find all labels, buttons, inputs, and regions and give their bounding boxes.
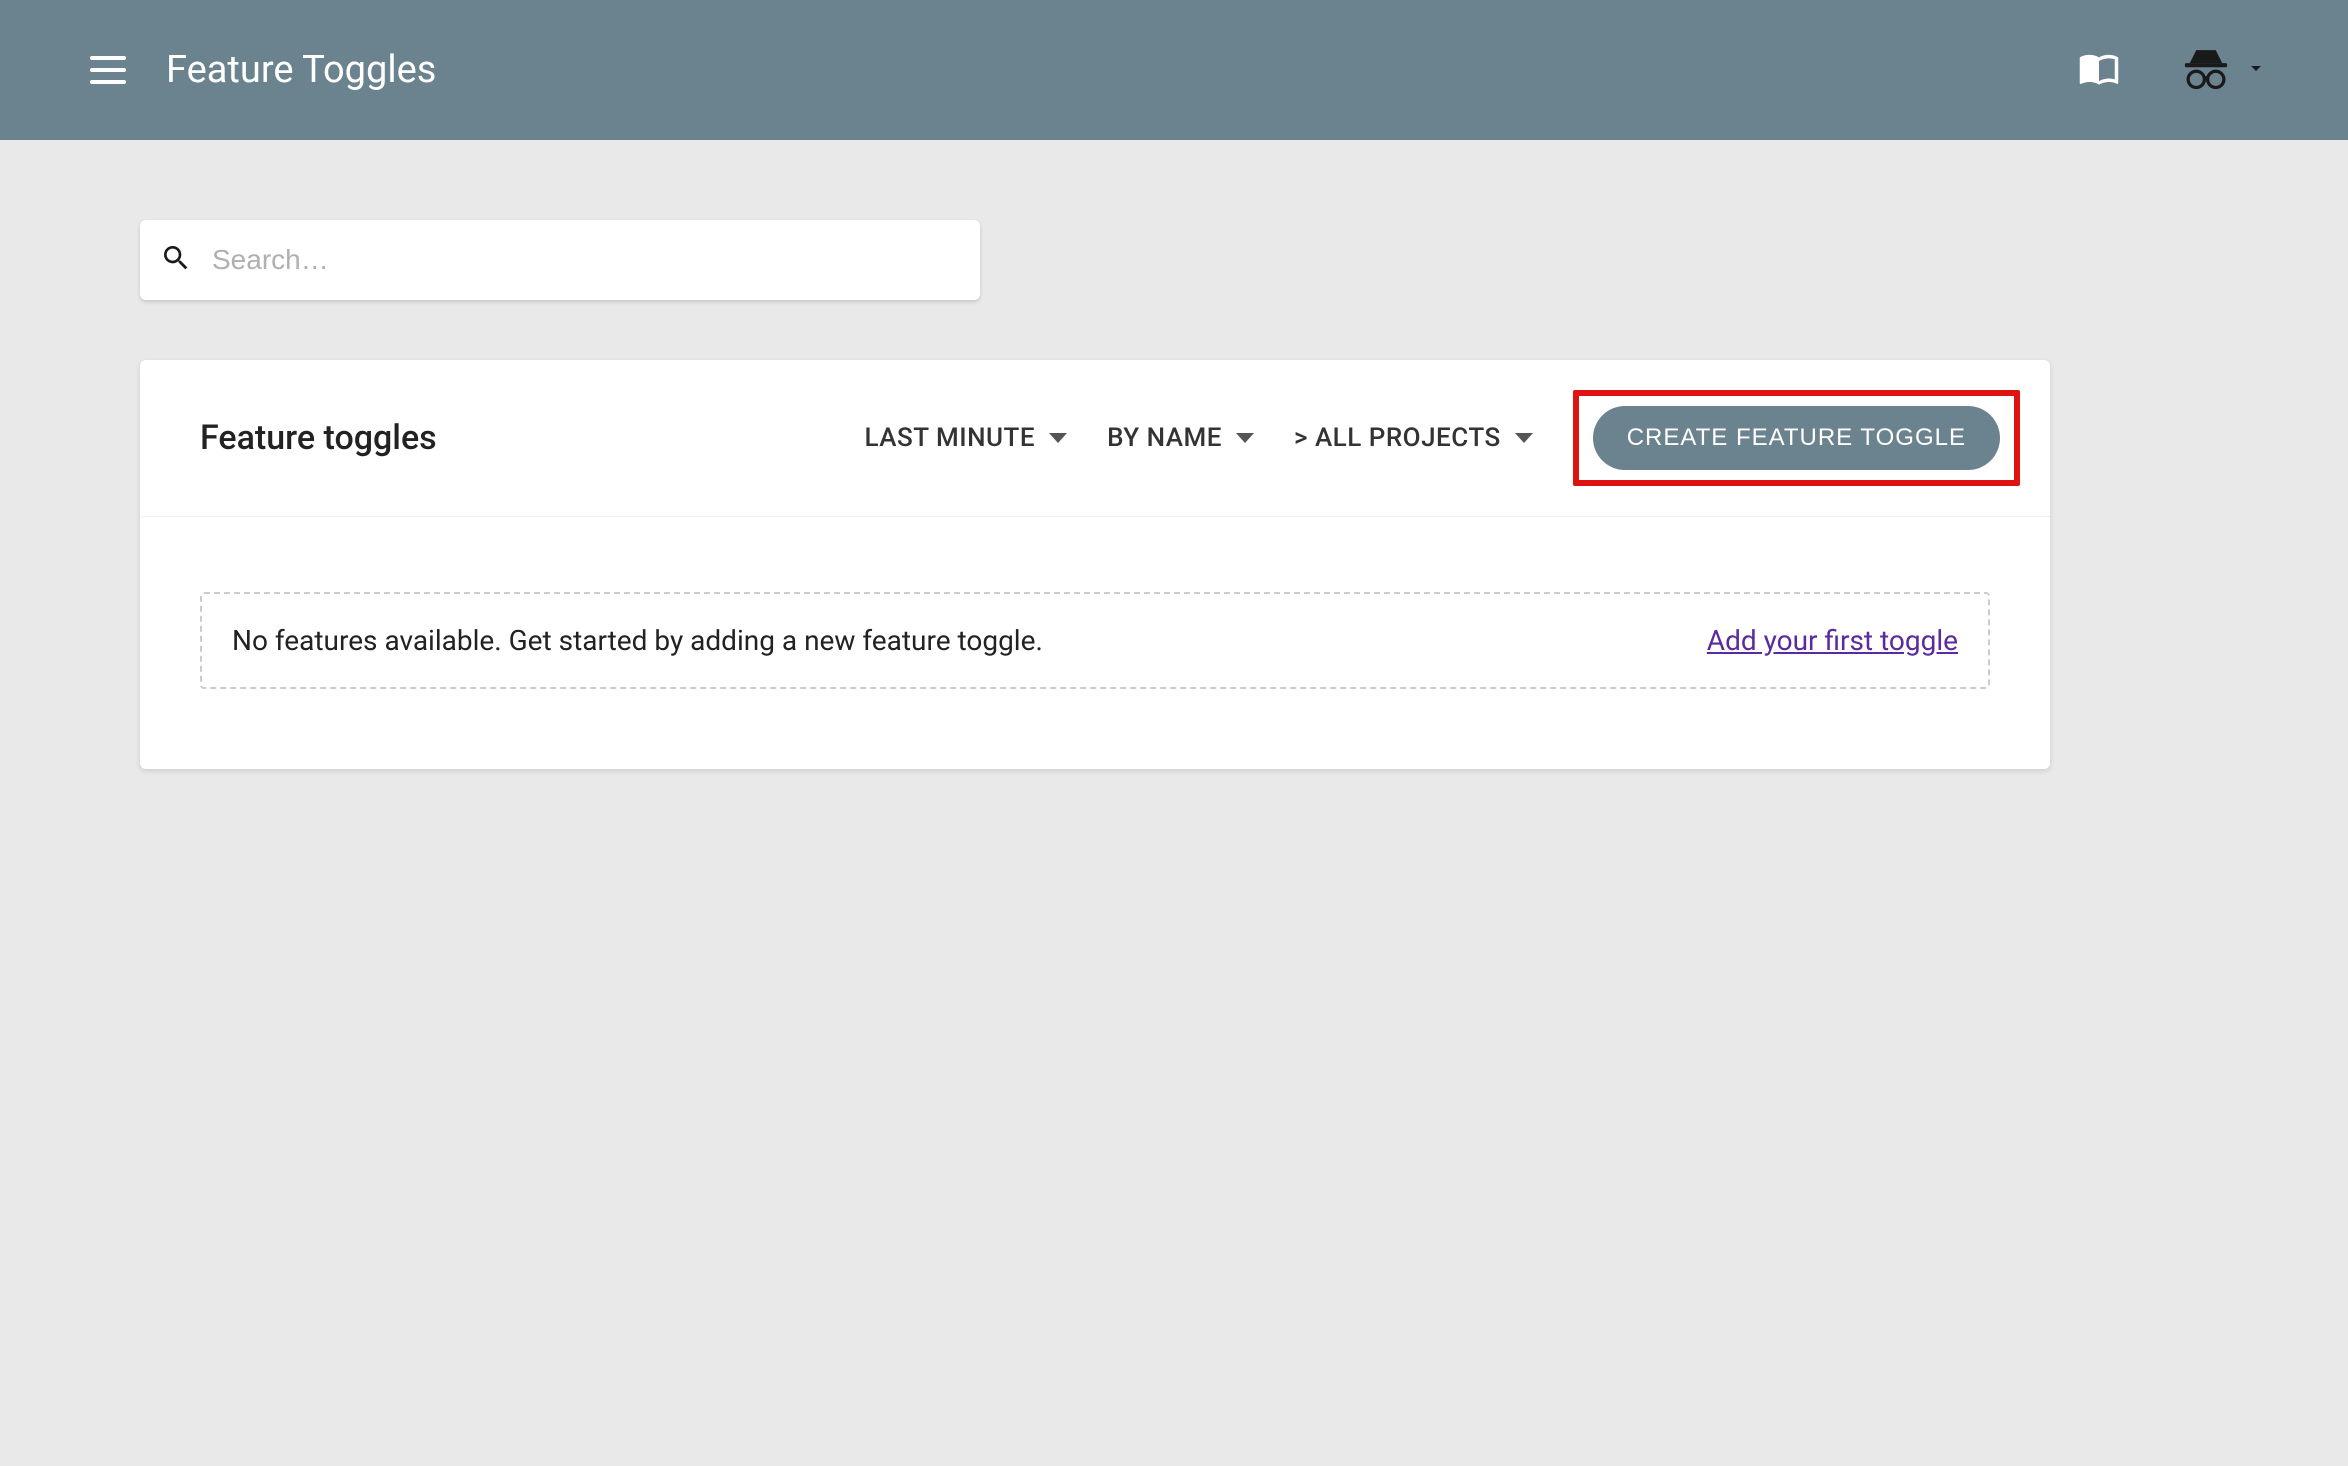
filter-sort-label: BY NAME: [1107, 423, 1222, 453]
search-icon: [160, 242, 192, 278]
empty-state-message: No features available. Get started by ad…: [232, 624, 1043, 657]
filter-sort[interactable]: BY NAME: [1107, 423, 1254, 453]
empty-state: No features available. Get started by ad…: [200, 592, 1990, 689]
create-button-highlight: CREATE FEATURE TOGGLE: [1573, 390, 2020, 486]
user-menu[interactable]: [2180, 42, 2268, 98]
dropdown-icon: [1236, 433, 1254, 443]
search-input[interactable]: [212, 244, 960, 276]
filter-project-label: > ALL PROJECTS: [1294, 423, 1501, 453]
dropdown-icon: [1049, 433, 1067, 443]
filter-project[interactable]: > ALL PROJECTS: [1294, 423, 1533, 453]
search-box: [140, 220, 980, 300]
dropdown-icon: [1515, 433, 1533, 443]
app-header: Feature Toggles: [0, 0, 2348, 140]
filter-time[interactable]: LAST MINUTE: [865, 423, 1068, 453]
create-feature-toggle-button[interactable]: CREATE FEATURE TOGGLE: [1593, 406, 2000, 470]
add-first-toggle-link[interactable]: Add your first toggle: [1707, 624, 1958, 657]
menu-icon[interactable]: [90, 56, 126, 84]
filters: LAST MINUTE BY NAME > ALL PROJECTS CREAT…: [865, 390, 2021, 486]
filter-time-label: LAST MINUTE: [865, 423, 1036, 453]
docs-icon[interactable]: [2078, 47, 2120, 93]
incognito-icon: [2180, 42, 2232, 98]
header-actions: [2078, 42, 2268, 98]
card-title: Feature toggles: [200, 418, 865, 458]
card-body: No features available. Get started by ad…: [140, 517, 2050, 769]
chevron-down-icon: [2244, 56, 2268, 84]
page-content: Feature toggles LAST MINUTE BY NAME > AL…: [0, 140, 2348, 849]
header-title: Feature Toggles: [166, 48, 2078, 92]
feature-toggles-card: Feature toggles LAST MINUTE BY NAME > AL…: [140, 360, 2050, 769]
card-header: Feature toggles LAST MINUTE BY NAME > AL…: [140, 360, 2050, 517]
